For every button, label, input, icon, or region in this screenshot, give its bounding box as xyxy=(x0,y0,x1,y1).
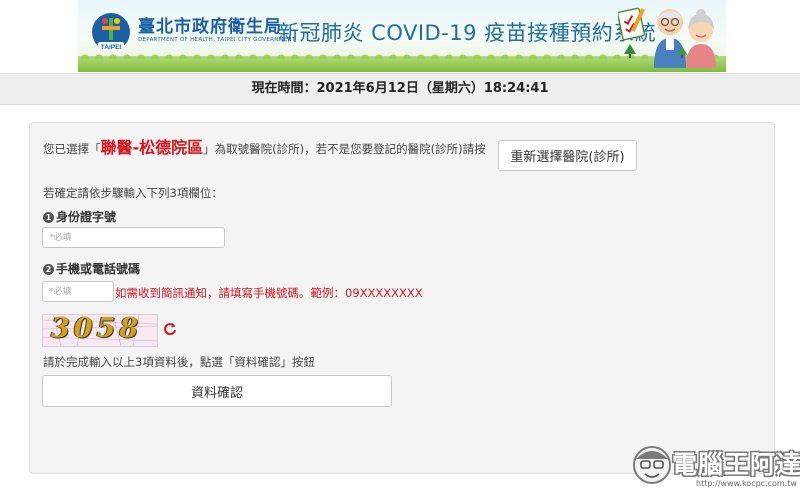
selected-hospital-notice: 您已選擇「聯醫-松德院區」為取號醫院(診所)，若不是您要登記的醫院(診所)請按 xyxy=(43,138,493,157)
reselect-hospital-button[interactable]: 重新選擇醫院(診所) xyxy=(498,140,637,171)
phone-hint-text: 如需收到簡訊通知，請填寫手機號碼。範例：09XXXXXXXX xyxy=(115,286,423,300)
tree-icon xyxy=(624,44,636,58)
step1-label: 1 身份證字號 xyxy=(43,208,116,225)
clipboard-icon xyxy=(618,7,646,40)
captcha-image: 3058 xyxy=(42,314,158,347)
agency-name: 臺北市政府衛生局 xyxy=(138,17,282,37)
step2-label-text: 手機或電話號碼 xyxy=(56,262,141,276)
selected-suffix: 」為取號醫院(診所)，若不是您要登記的醫院(診所)請按 xyxy=(203,142,486,156)
taipei-health-logo-icon: TAIPEI xyxy=(90,6,132,62)
id-number-input[interactable] xyxy=(42,227,225,248)
banner-grass xyxy=(78,51,726,72)
step1-label-text: 身份證字號 xyxy=(56,210,117,224)
confirm-instruction: 請於完成輸入以上3項資料後，點選「資料確認」按鈕 xyxy=(43,355,315,369)
logo-text: TAIPEI xyxy=(101,44,122,51)
booking-form-panel: 您已選擇「聯醫-松德院區」為取號醫院(診所)，若不是您要登記的醫院(診所)請按 … xyxy=(29,122,775,474)
header-banner: TAIPEI 臺北市政府衛生局 DEPARTMENT OF HEALTH, TA… xyxy=(78,0,726,72)
step2-number-icon: 2 xyxy=(43,264,54,275)
tree-icon xyxy=(676,46,688,58)
selected-prefix: 您已選擇「 xyxy=(43,142,101,156)
elderly-couple-icon xyxy=(654,9,716,68)
confirm-data-button[interactable]: 資料確認 xyxy=(42,375,392,407)
phone-number-input[interactable] xyxy=(42,281,114,302)
kocpc-watermark: 電腦王阿達 http://www.kocpc.com.tw xyxy=(632,441,800,499)
watermark-url: http://www.kocpc.com.tw xyxy=(696,479,797,488)
mascot-face-icon xyxy=(633,446,671,484)
captcha-code: 3058 xyxy=(51,314,143,344)
current-time-bar: 現在時間：2021年6月12日（星期六）18:24:41 xyxy=(0,73,800,105)
refresh-icon[interactable] xyxy=(163,322,177,336)
hospital-name: 聯醫-松德院區 xyxy=(100,138,204,157)
system-title: 新冠肺炎 COVID-19 疫苗接種預約系統 xyxy=(278,21,657,45)
watermark-text: 電腦王阿達 xyxy=(672,450,800,479)
step1-number-icon: 1 xyxy=(43,212,54,223)
step-instruction: 若確定請依步驟輸入下列3項欄位： xyxy=(43,186,223,200)
agency-english-name: DEPARTMENT OF HEALTH, TAIPEI CITY GOVERN… xyxy=(138,37,296,43)
step2-label: 2 手機或電話號碼 xyxy=(43,260,140,277)
